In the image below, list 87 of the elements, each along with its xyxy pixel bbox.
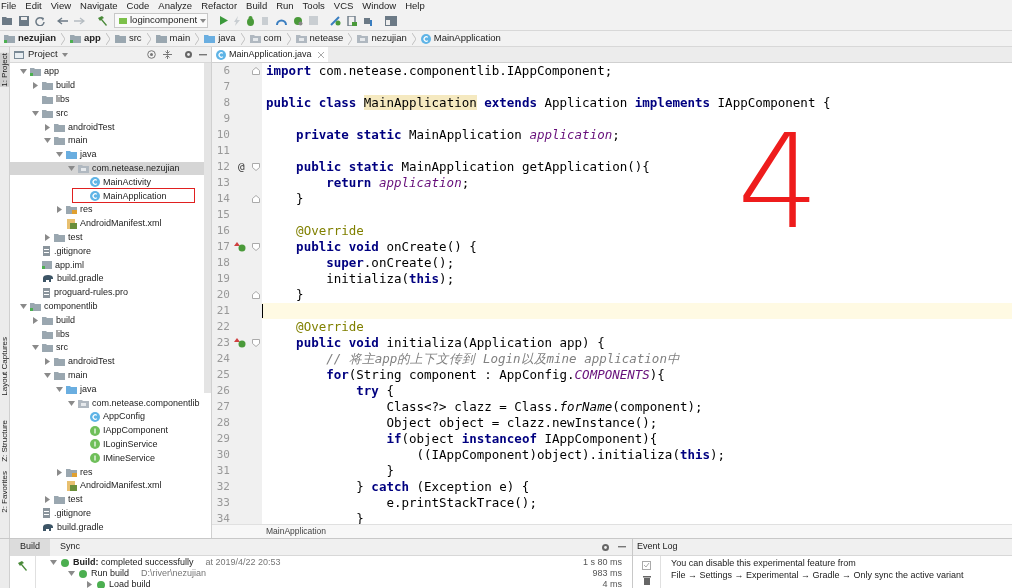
- line-number: 30: [215, 446, 230, 463]
- menu-item[interactable]: Tools: [302, 0, 325, 11]
- line-number: 25: [215, 366, 230, 383]
- menu-item[interactable]: Navigate: [80, 0, 118, 11]
- code-line: public void onCreate() {: [295, 237, 477, 256]
- line-number: 24: [215, 350, 230, 367]
- code-line: Object object = clazz.newInstance();: [385, 414, 658, 432]
- build-tree-item[interactable]: Build: completed successfully at 2019/4/22 20:53 1 s 80 ms: [36, 557, 632, 568]
- code-line: import com.netease.componentlib.IAppComponent;: [266, 63, 613, 80]
- build-tree-item[interactable]: Load build 4 ms: [36, 579, 632, 588]
- code-line: if(object instanceof IAppComponent){: [385, 430, 658, 448]
- run-configuration-dropdown[interactable]: logincomponent: [114, 13, 208, 28]
- gutter-annotation: @: [238, 158, 245, 175]
- line-number: 31: [215, 462, 230, 479]
- menu-item[interactable]: Refactor: [201, 0, 238, 11]
- breadcrumb-item[interactable]: src: [112, 31, 144, 46]
- line-number: 21: [215, 302, 230, 319]
- line-number: 9: [222, 110, 230, 127]
- code-line: }: [355, 509, 364, 524]
- log-message: You can disable this experimental feature from: [671, 557, 857, 569]
- line-number: 7: [222, 78, 230, 95]
- editor-tab[interactable]: MainApplication.java: [212, 47, 328, 62]
- line-number: 27: [215, 398, 230, 415]
- breadcrumb-item[interactable]: java: [202, 31, 238, 46]
- log-message: File → Settings → Experimental → Gradle → Only sync the active variant: [671, 569, 964, 581]
- menu-item[interactable]: Code: [126, 0, 150, 11]
- code-line: // 将主app的上下文传到 Login以及mine application中: [325, 350, 680, 368]
- menu-item[interactable]: Edit: [25, 0, 42, 11]
- breadcrumb-item[interactable]: app: [68, 31, 103, 46]
- menu-item[interactable]: File: [1, 0, 17, 11]
- code-line: public void initializa(Application app) {: [295, 333, 605, 352]
- panel-title: Event Log: [637, 540, 678, 554]
- line-number: 15: [215, 206, 230, 223]
- line-number: 16: [215, 222, 230, 239]
- line-number: 19: [215, 270, 230, 287]
- line-number: 32: [215, 478, 230, 495]
- menu-item[interactable]: Help: [405, 0, 425, 11]
- line-number: 34: [215, 510, 230, 524]
- code-line: try {: [355, 382, 394, 400]
- code-line: }: [295, 285, 304, 304]
- line-number: 18: [215, 254, 230, 271]
- code-line: Class<?> clazz = Class.forName(component);: [385, 397, 703, 416]
- line-number: 12: [215, 158, 230, 175]
- line-number: 8: [222, 94, 230, 111]
- code-line: } catch (Exception e) {: [355, 477, 530, 496]
- breadcrumb-item[interactable]: nezujian: [355, 31, 409, 46]
- line-number: 33: [215, 494, 230, 511]
- menu-item[interactable]: VCS: [333, 0, 354, 11]
- code-line: return application;: [325, 174, 470, 192]
- breadcrumb-item[interactable]: MainApplication: [418, 31, 503, 46]
- build-tree-item[interactable]: Run build D:\river\nezujian 983 ms: [36, 568, 632, 579]
- breadcrumb-item[interactable]: main: [153, 31, 193, 46]
- code-line: private static MainApplication application;: [295, 125, 620, 144]
- line-number: 29: [215, 430, 230, 447]
- code-line: super.onCreate();: [325, 254, 455, 272]
- handwritten-number: 4: [737, 117, 820, 247]
- code-line: for(String component : AppConfig.COMPONENTS){: [325, 366, 665, 384]
- line-number: 13: [215, 174, 230, 191]
- code-line: @Override: [295, 221, 364, 240]
- code-line: initializa(this);: [325, 270, 455, 288]
- line-number: 28: [215, 414, 230, 431]
- line-number: 11: [215, 142, 230, 159]
- editor-breadcrumb[interactable]: MainApplication: [266, 525, 326, 538]
- line-number: 23: [215, 334, 230, 351]
- line-number: 26: [215, 382, 230, 399]
- line-number: 14: [215, 190, 230, 207]
- menu-item[interactable]: View: [50, 0, 72, 11]
- breadcrumb-item[interactable]: netease: [293, 31, 346, 46]
- code-line: e.printStackTrace();: [385, 494, 537, 512]
- menu-item[interactable]: Run: [276, 0, 294, 11]
- code-line: }: [295, 189, 304, 208]
- code-line: public class MainApplication extends Application implements IAppComponent {: [266, 93, 831, 112]
- code-line: }: [385, 461, 394, 480]
- breadcrumb-item[interactable]: nezujian: [2, 31, 58, 46]
- menu-item[interactable]: Build: [246, 0, 268, 11]
- line-number: 6: [222, 63, 230, 79]
- code-line: public static MainApplication getApplication(){: [295, 157, 650, 176]
- code-line: @Override: [295, 317, 364, 336]
- breadcrumb-item[interactable]: com: [247, 31, 284, 46]
- line-number: 20: [215, 286, 230, 303]
- line-number: 22: [215, 318, 230, 335]
- panel-tab[interactable]: Build: [10, 539, 50, 556]
- menu-item[interactable]: Window: [362, 0, 397, 11]
- code-line: ((IAppComponent)object).initializa(this);: [415, 446, 726, 464]
- menu-item[interactable]: Analyze: [158, 0, 193, 11]
- line-number: 17: [215, 238, 230, 255]
- line-number: 10: [215, 126, 230, 143]
